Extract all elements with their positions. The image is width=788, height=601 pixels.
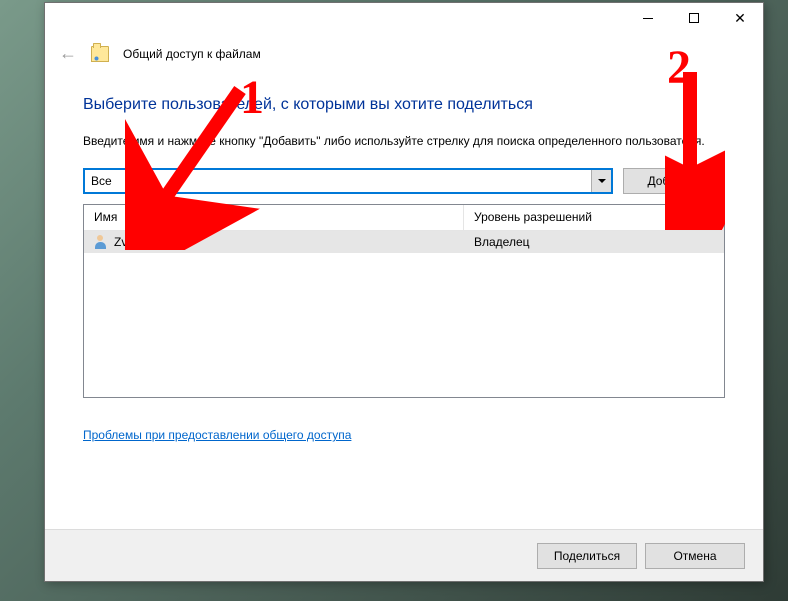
list-row[interactable]: Zver Владелец bbox=[84, 231, 724, 253]
folder-share-icon bbox=[91, 46, 109, 62]
column-header-permission[interactable]: Уровень разрешений bbox=[464, 205, 724, 230]
user-input-row: Добавить bbox=[83, 168, 725, 194]
minimize-button[interactable] bbox=[625, 3, 671, 33]
row-permission-cell: Владелец bbox=[464, 235, 724, 249]
header-row: ← Общий доступ к файлам bbox=[45, 37, 763, 78]
users-list: Имя Уровень разрешений Zver Владелец bbox=[83, 204, 725, 398]
maximize-button[interactable] bbox=[671, 3, 717, 33]
row-name: Zver bbox=[114, 235, 138, 249]
row-permission: Владелец bbox=[474, 235, 530, 249]
maximize-icon bbox=[689, 13, 699, 23]
share-dialog: ✕ ← Общий доступ к файлам Выберите польз… bbox=[44, 2, 764, 582]
back-arrow-icon[interactable]: ← bbox=[59, 43, 77, 64]
content-area: Выберите пользователей, с которыми вы хо… bbox=[45, 96, 763, 442]
titlebar: ✕ bbox=[45, 3, 763, 37]
instructions-text: Введите имя и нажмите кнопку "Добавить" … bbox=[83, 132, 725, 150]
user-input[interactable] bbox=[85, 170, 591, 192]
dialog-footer: Поделиться Отмена bbox=[45, 529, 763, 581]
add-button[interactable]: Добавить bbox=[623, 168, 725, 194]
minimize-icon bbox=[643, 18, 653, 19]
close-icon: ✕ bbox=[734, 11, 746, 25]
row-name-cell: Zver bbox=[84, 235, 464, 249]
window-title: Общий доступ к файлам bbox=[123, 47, 261, 61]
user-combobox[interactable] bbox=[83, 168, 613, 194]
column-header-name[interactable]: Имя bbox=[84, 205, 464, 230]
main-heading: Выберите пользователей, с которыми вы хо… bbox=[83, 96, 725, 114]
list-header: Имя Уровень разрешений bbox=[84, 205, 724, 231]
user-icon bbox=[94, 235, 108, 249]
share-button[interactable]: Поделиться bbox=[537, 543, 637, 569]
close-button[interactable]: ✕ bbox=[717, 3, 763, 33]
cancel-button[interactable]: Отмена bbox=[645, 543, 745, 569]
chevron-down-icon[interactable] bbox=[591, 170, 611, 192]
help-link[interactable]: Проблемы при предоставлении общего досту… bbox=[83, 428, 351, 442]
